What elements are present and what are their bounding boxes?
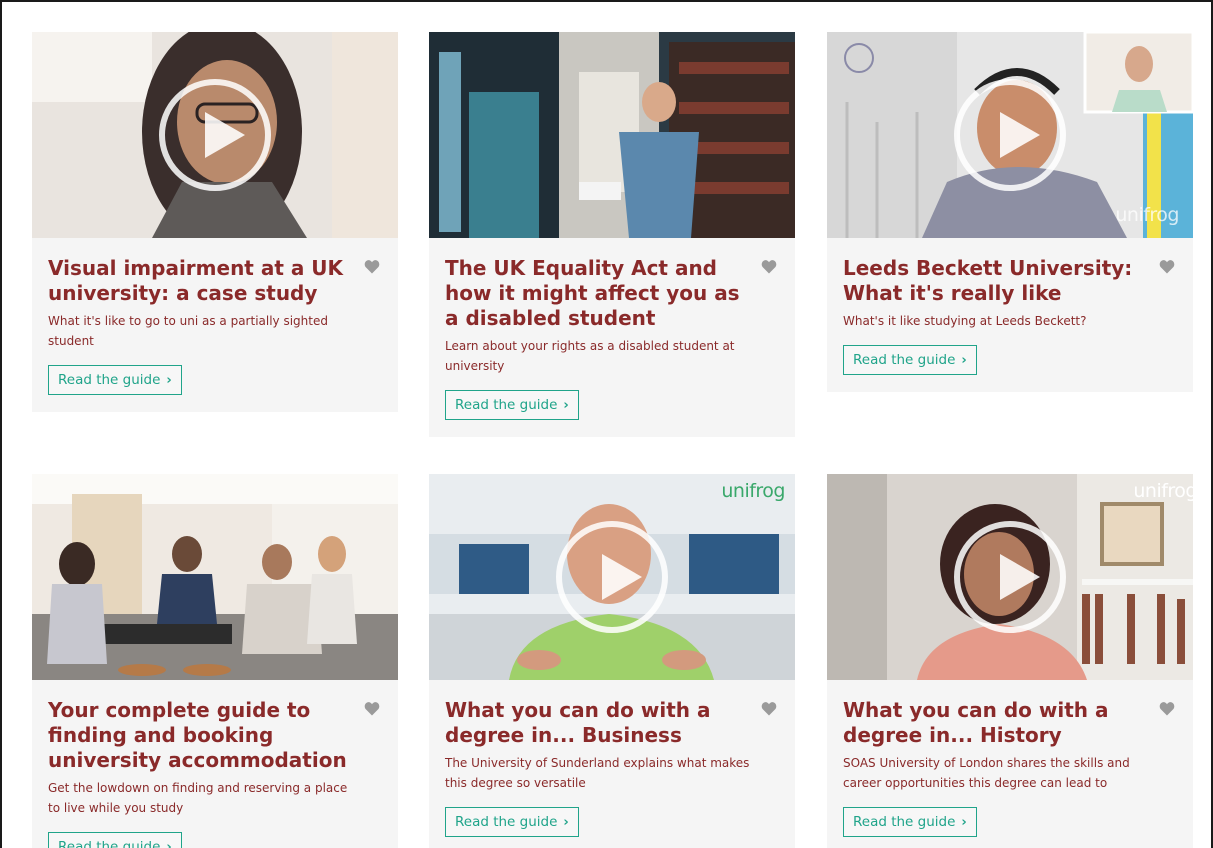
button-label: Read the guide [853, 814, 956, 830]
card-title[interactable]: Visual impairment at a UK university: a … [48, 256, 358, 306]
guide-grid: Visual impairment at a UK university: a … [0, 0, 1213, 848]
chevron-right-icon: › [961, 353, 967, 368]
chevron-right-icon: › [961, 815, 967, 830]
guide-card: unifrog What you can do with a degree in… [827, 474, 1193, 848]
brand-watermark: unifrog [721, 480, 785, 502]
card-description: Learn about your rights as a disabled st… [445, 339, 735, 373]
heart-icon[interactable] [364, 259, 380, 274]
card-title[interactable]: What you can do with a degree in... Hist… [843, 698, 1153, 748]
brand-watermark: unifrog [1133, 480, 1193, 502]
guide-thumbnail[interactable] [32, 474, 398, 680]
heart-icon[interactable] [761, 701, 777, 716]
button-label: Read the guide [455, 814, 558, 830]
card-title[interactable]: Your complete guide to finding and booki… [48, 698, 358, 773]
chevron-right-icon: › [166, 840, 172, 848]
video-thumbnail[interactable]: unifrog [429, 474, 795, 680]
read-guide-button[interactable]: Read the guide › [843, 807, 977, 837]
card-description: SOAS University of London shares the ski… [843, 756, 1130, 790]
chevron-right-icon: › [563, 815, 569, 830]
card-description: Get the lowdown on finding and reserving… [48, 781, 348, 815]
guide-card: unifrog Leeds Beckett University: What i… [827, 32, 1193, 392]
card-description: The University of Sunderland explains wh… [445, 756, 750, 790]
heart-icon[interactable] [1159, 701, 1175, 716]
video-thumbnail[interactable]: unifrog [827, 32, 1193, 238]
guide-card: Visual impairment at a UK university: a … [32, 32, 398, 412]
guide-card: Your complete guide to finding and booki… [32, 474, 398, 848]
play-icon[interactable] [954, 79, 1066, 191]
play-icon[interactable] [159, 79, 271, 191]
chevron-right-icon: › [563, 398, 569, 413]
read-guide-button[interactable]: Read the guide › [843, 345, 977, 375]
card-description: What's it like studying at Leeds Beckett… [843, 314, 1087, 328]
read-guide-button[interactable]: Read the guide › [445, 807, 579, 837]
video-thumbnail[interactable] [32, 32, 398, 238]
heart-icon[interactable] [1159, 259, 1175, 274]
heart-icon[interactable] [761, 259, 777, 274]
play-icon[interactable] [556, 521, 668, 633]
read-guide-button[interactable]: Read the guide › [48, 365, 182, 395]
brand-watermark: unifrog [1115, 204, 1179, 226]
button-label: Read the guide [58, 839, 161, 848]
heart-icon[interactable] [364, 701, 380, 716]
read-guide-button[interactable]: Read the guide › [48, 832, 182, 848]
card-description: What it's like to go to uni as a partial… [48, 314, 328, 348]
card-title[interactable]: What you can do with a degree in... Busi… [445, 698, 755, 748]
play-icon[interactable] [954, 521, 1066, 633]
button-label: Read the guide [58, 372, 161, 388]
button-label: Read the guide [853, 352, 956, 368]
guide-card: unifrog What you can do with a degree in… [429, 474, 795, 848]
card-title[interactable]: The UK Equality Act and how it might aff… [445, 256, 755, 331]
video-thumbnail[interactable]: unifrog [827, 474, 1193, 680]
button-label: Read the guide [455, 397, 558, 413]
guide-thumbnail[interactable] [429, 32, 795, 238]
read-guide-button[interactable]: Read the guide › [445, 390, 579, 420]
guide-card: The UK Equality Act and how it might aff… [429, 32, 795, 437]
chevron-right-icon: › [166, 373, 172, 388]
card-title[interactable]: Leeds Beckett University: What it's real… [843, 256, 1153, 306]
